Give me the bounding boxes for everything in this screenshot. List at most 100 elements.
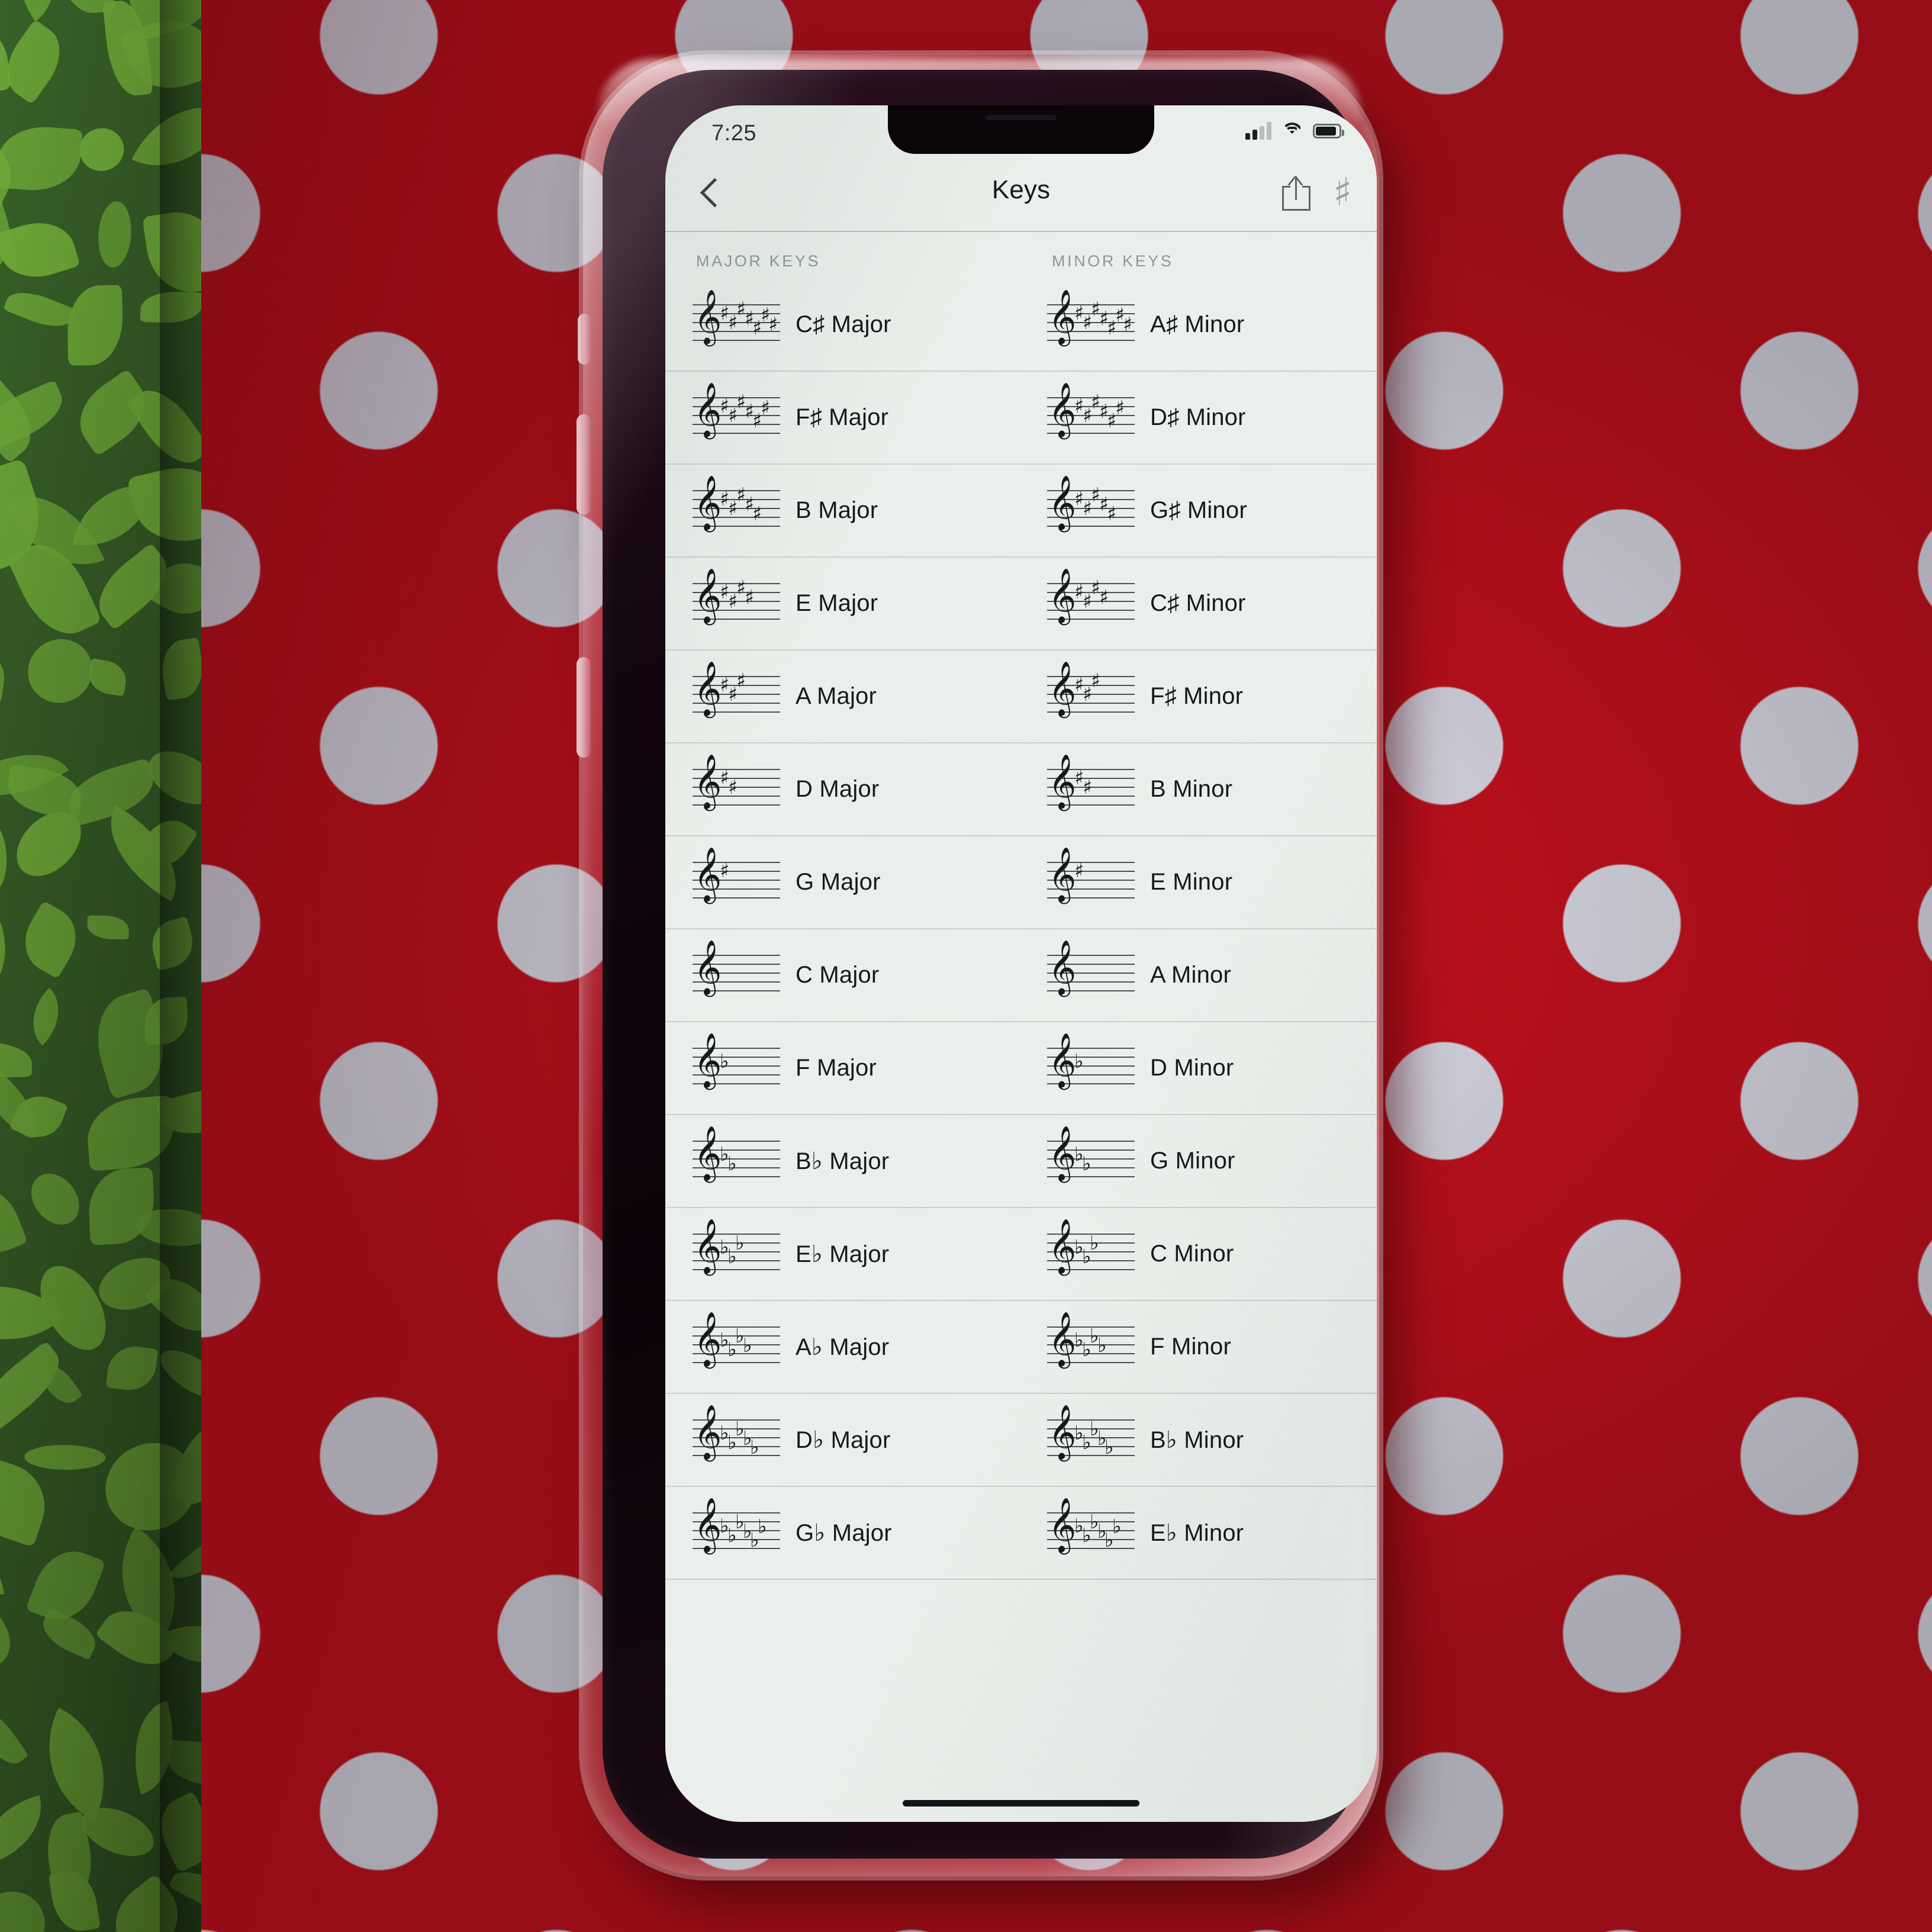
key-row[interactable]: 𝄞 ♭ ♭ ♭ ♭ ♭ D♭ Major bbox=[665, 1394, 1021, 1487]
key-signature-staff: 𝄞 ♯ ♯ bbox=[693, 757, 780, 815]
key-signature-staff: 𝄞 bbox=[693, 943, 780, 1001]
key-signature-staff: 𝄞 ♯ bbox=[1047, 850, 1135, 908]
navigation-bar: Keys ♯ bbox=[665, 160, 1377, 232]
key-row[interactable]: 𝄞 ♭ ♭ ♭ C Minor bbox=[1021, 1208, 1377, 1301]
key-row[interactable]: 𝄞 ♯ ♯ ♯ A Major bbox=[665, 651, 1021, 743]
cellular-signal-icon bbox=[1245, 122, 1271, 140]
key-sig-flat: ♭ bbox=[727, 1151, 737, 1175]
key-row[interactable]: 𝄞 ♯ ♯ ♯ ♯ ♯ ♯ F♯ Major bbox=[665, 372, 1021, 465]
key-sig-flat: ♭ bbox=[758, 1514, 767, 1538]
key-row[interactable]: 𝄞 ♯ ♯ ♯ ♯ ♯ ♯ D♯ Minor bbox=[1021, 372, 1377, 465]
key-row[interactable]: 𝄞 ♯ ♯ ♯ ♯ E Major bbox=[665, 558, 1021, 651]
key-signature-staff: 𝄞 ♭ ♭ ♭ bbox=[693, 1222, 780, 1280]
key-label: F♯ Major bbox=[796, 404, 889, 430]
home-indicator[interactable] bbox=[903, 1800, 1139, 1807]
key-row[interactable]: 𝄞 ♭ ♭ ♭ E♭ Major bbox=[665, 1208, 1021, 1301]
key-sig-flat: ♭ bbox=[735, 1231, 745, 1254]
key-sig-flat: ♭ bbox=[1105, 1435, 1114, 1458]
key-row[interactable]: 𝄞 ♭ F Major bbox=[665, 1022, 1021, 1115]
key-row[interactable]: 𝄞 A Minor bbox=[1021, 929, 1377, 1022]
key-signature-staff: 𝄞 ♭ ♭ ♭ ♭ ♭ bbox=[693, 1408, 780, 1466]
key-label: A♯ Minor bbox=[1150, 311, 1245, 337]
key-sig-sharp: ♯ bbox=[1083, 775, 1092, 798]
key-signature-staff: 𝄞 ♯ ♯ ♯ ♯ ♯ ♯ ♯ bbox=[693, 292, 780, 350]
key-row[interactable]: 𝄞 ♯ ♯ ♯ ♯ C♯ Minor bbox=[1021, 558, 1377, 651]
key-label: F♯ Minor bbox=[1150, 683, 1244, 709]
treble-clef-icon: 𝄞 bbox=[1048, 939, 1077, 994]
key-row[interactable]: 𝄞 ♭ ♭ ♭ ♭ ♭ B♭ Minor bbox=[1021, 1394, 1377, 1487]
treble-clef-icon: 𝄞 bbox=[1048, 846, 1077, 901]
share-icon[interactable] bbox=[1282, 174, 1311, 211]
key-label: A Minor bbox=[1150, 962, 1232, 988]
key-row[interactable]: 𝄞 ♯ G Major bbox=[665, 836, 1021, 929]
minor-keys-column: 𝄞 ♯ ♯ ♯ ♯ ♯ ♯ ♯ A♯ Minor 𝄞 ♯ ♯ ♯ ♯ ♯ ♯ D♯ Minor 𝄞 ♯ ♯ ♯ ♯ ♯ G♯ … bbox=[1021, 279, 1377, 1580]
wifi-icon bbox=[1281, 123, 1303, 139]
treble-clef-icon: 𝄞 bbox=[694, 1125, 722, 1180]
key-row[interactable]: 𝄞 ♭ ♭ ♭ ♭ ♭ ♭ G♭ Major bbox=[665, 1487, 1021, 1580]
key-sig-sharp: ♯ bbox=[1091, 668, 1100, 692]
key-row[interactable]: 𝄞 ♯ ♯ ♯ ♯ ♯ G♯ Minor bbox=[1021, 465, 1377, 558]
key-row[interactable]: 𝄞 ♭ ♭ G Minor bbox=[1021, 1115, 1377, 1208]
key-row[interactable]: 𝄞 ♯ ♯ ♯ ♯ ♯ ♯ ♯ C♯ Major bbox=[665, 279, 1021, 372]
key-sig-flat: ♭ bbox=[1082, 1151, 1091, 1175]
treble-clef-icon: 𝄞 bbox=[694, 1032, 722, 1087]
treble-clef-icon: 𝄞 bbox=[1048, 288, 1077, 344]
status-time: 7:25 bbox=[711, 121, 756, 146]
key-row[interactable]: 𝄞 ♭ ♭ B♭ Major bbox=[665, 1115, 1021, 1208]
key-signature-staff: 𝄞 ♯ bbox=[693, 850, 780, 908]
status-indicators bbox=[1245, 122, 1344, 140]
key-row[interactable]: 𝄞 ♯ E Minor bbox=[1021, 836, 1377, 929]
treble-clef-icon: 𝄞 bbox=[1048, 381, 1077, 437]
treble-clef-icon: 𝄞 bbox=[1048, 1125, 1077, 1180]
key-label: C Major bbox=[796, 962, 880, 988]
key-label: E Major bbox=[796, 590, 878, 616]
key-signature-staff: 𝄞 ♯ ♯ bbox=[1047, 757, 1135, 815]
key-row[interactable]: 𝄞 ♯ ♯ ♯ ♯ ♯ ♯ ♯ A♯ Minor bbox=[1021, 279, 1377, 372]
key-row[interactable]: 𝄞 ♯ ♯ ♯ F♯ Minor bbox=[1021, 651, 1377, 743]
key-row[interactable]: 𝄞 ♭ ♭ ♭ ♭ ♭ ♭ E♭ Minor bbox=[1021, 1487, 1377, 1580]
keys-list: MAJOR KEYS MINOR KEYS 𝄞 ♯ ♯ ♯ ♯ ♯ ♯ ♯ C♯ Major 𝄞 ♯… bbox=[665, 232, 1377, 1580]
case-volume-up-button bbox=[577, 414, 591, 515]
key-label: D♯ Minor bbox=[1150, 404, 1246, 430]
page-title: Keys bbox=[991, 175, 1051, 204]
key-sig-sharp: ♯ bbox=[1099, 585, 1109, 608]
wrapping-paper-green-damask bbox=[0, 0, 201, 1932]
key-row[interactable]: 𝄞 ♭ ♭ ♭ ♭ A♭ Major bbox=[665, 1301, 1021, 1394]
key-sig-flat: ♭ bbox=[1090, 1231, 1099, 1254]
treble-clef-icon: 𝄞 bbox=[694, 1218, 722, 1273]
key-signature-staff: 𝄞 ♭ ♭ ♭ ♭ ♭ ♭ bbox=[1047, 1500, 1135, 1559]
green-paper-shading bbox=[0, 0, 201, 1932]
key-label: E Minor bbox=[1150, 869, 1233, 895]
key-label: D Major bbox=[796, 776, 880, 802]
key-sig-flat: ♭ bbox=[1112, 1514, 1122, 1538]
key-row[interactable]: 𝄞 ♭ ♭ ♭ ♭ F Minor bbox=[1021, 1301, 1377, 1394]
treble-clef-icon: 𝄞 bbox=[1048, 1032, 1077, 1087]
key-sig-flat: ♭ bbox=[750, 1435, 759, 1458]
key-sig-flat: ♭ bbox=[1097, 1333, 1107, 1357]
key-row[interactable]: 𝄞 ♯ ♯ ♯ ♯ ♯ B Major bbox=[665, 465, 1021, 558]
key-signature-staff: 𝄞 ♭ ♭ ♭ ♭ bbox=[693, 1315, 780, 1373]
key-label: A Major bbox=[796, 683, 877, 709]
treble-clef-icon: 𝄞 bbox=[694, 381, 722, 437]
key-row[interactable]: 𝄞 ♯ ♯ B Minor bbox=[1021, 743, 1377, 836]
key-signature-staff: 𝄞 ♯ ♯ ♯ ♯ ♯ ♯ ♯ bbox=[1047, 292, 1135, 350]
key-signature-staff: 𝄞 ♯ ♯ ♯ ♯ bbox=[1047, 571, 1135, 629]
navbar-actions: ♯ bbox=[1282, 173, 1352, 212]
key-label: C♯ Major bbox=[796, 311, 891, 337]
key-sig-sharp: ♯ bbox=[752, 501, 762, 525]
key-label: B♭ Major bbox=[796, 1148, 890, 1174]
key-sig-sharp: ♯ bbox=[1074, 858, 1084, 882]
treble-clef-icon: 𝄞 bbox=[1048, 1403, 1077, 1459]
treble-clef-icon: 𝄞 bbox=[1048, 753, 1077, 809]
key-signature-staff: 𝄞 ♯ ♯ ♯ ♯ ♯ ♯ bbox=[1047, 385, 1135, 443]
key-row[interactable]: 𝄞 ♭ D Minor bbox=[1021, 1022, 1377, 1115]
key-row[interactable]: 𝄞 ♯ ♯ D Major bbox=[665, 743, 1021, 836]
keys-columns: 𝄞 ♯ ♯ ♯ ♯ ♯ ♯ ♯ C♯ Major 𝄞 ♯ ♯ ♯ ♯ ♯ ♯ F♯ Major 𝄞 ♯ ♯ ♯ ♯ ♯ B M… bbox=[665, 279, 1377, 1580]
sharp-symbol-icon[interactable]: ♯ bbox=[1333, 173, 1352, 212]
case-volume-down-button bbox=[577, 657, 591, 758]
treble-clef-icon: 𝄞 bbox=[694, 753, 722, 809]
key-row[interactable]: 𝄞 C Major bbox=[665, 929, 1021, 1022]
key-signature-staff: 𝄞 ♭ ♭ ♭ ♭ ♭ bbox=[1047, 1408, 1135, 1466]
key-signature-staff: 𝄞 ♭ ♭ ♭ bbox=[1047, 1222, 1135, 1280]
key-label: G Major bbox=[796, 869, 881, 895]
